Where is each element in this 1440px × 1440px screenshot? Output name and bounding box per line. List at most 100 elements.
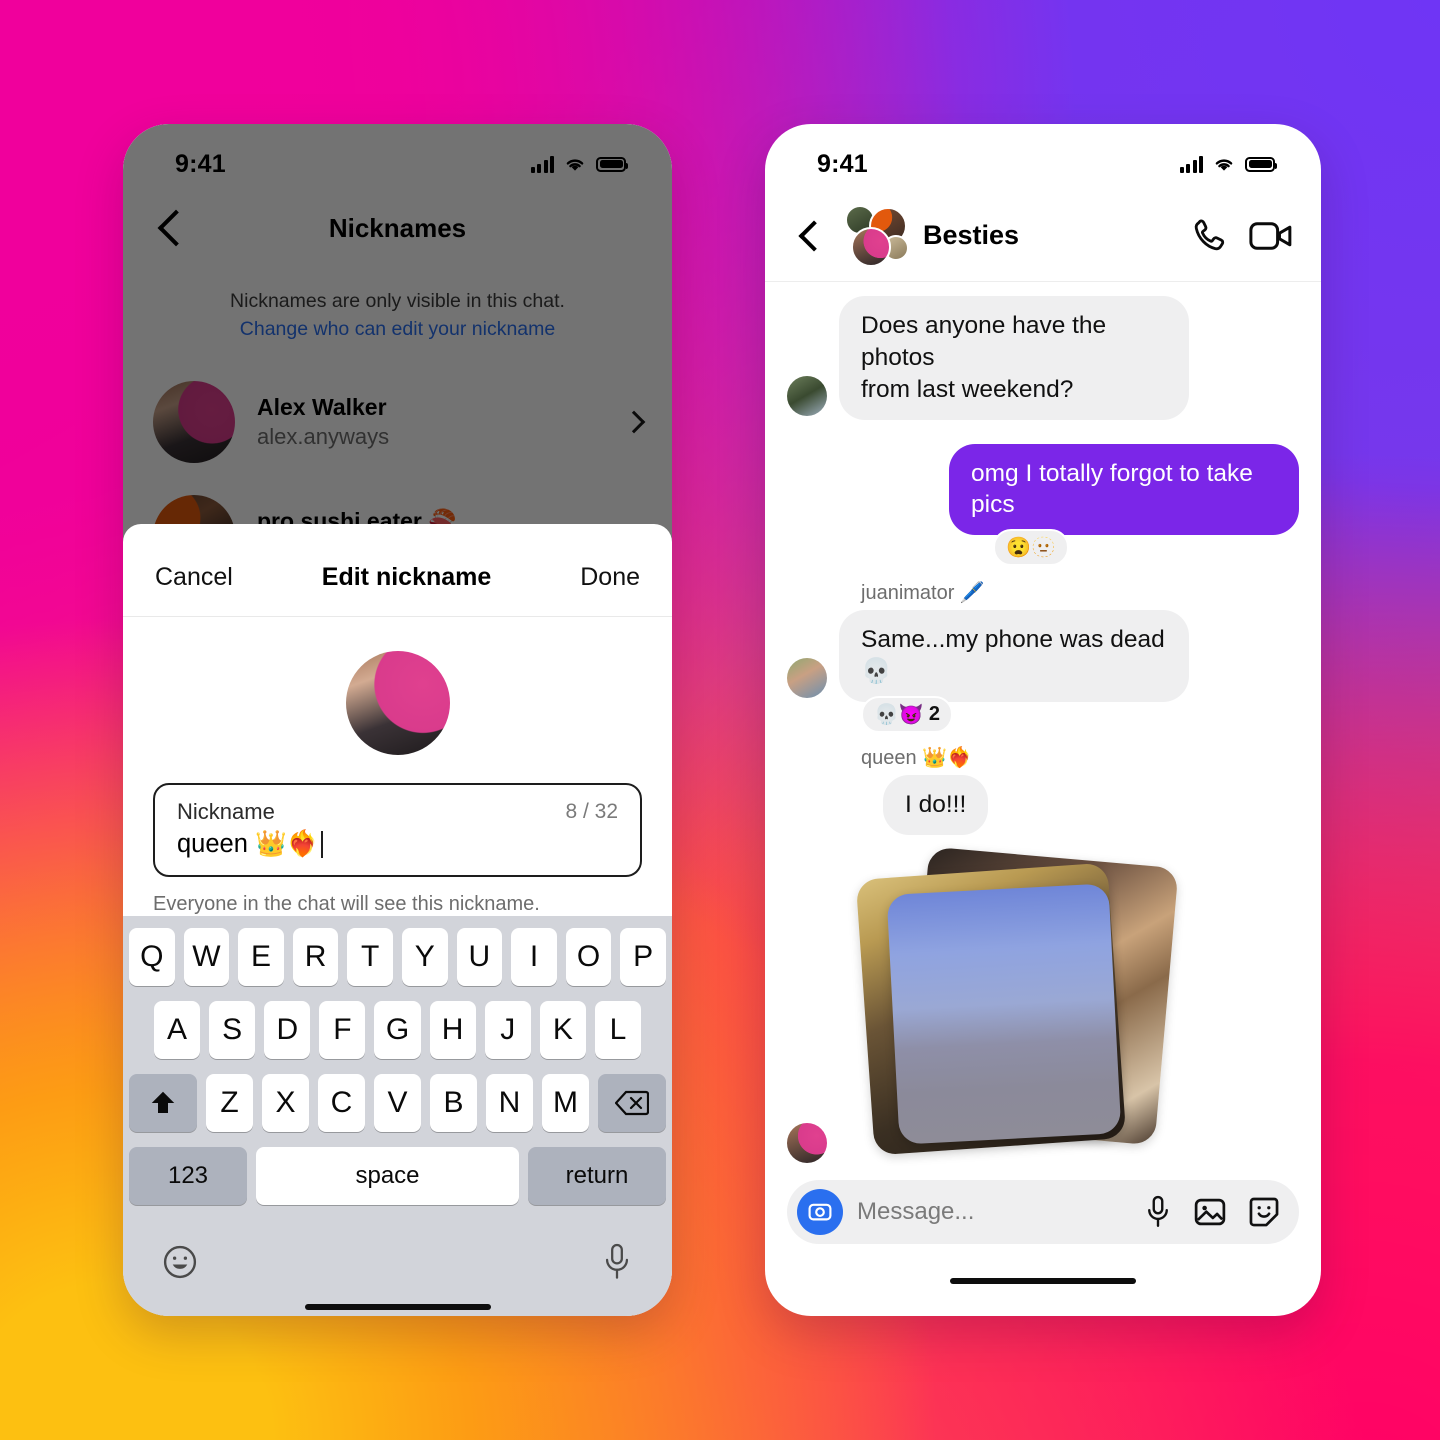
sender-label: juanimator 🖊️ [861, 582, 985, 605]
composer-actions [1143, 1194, 1281, 1230]
return-key[interactable]: return [528, 1147, 666, 1205]
cancel-button[interactable]: Cancel [155, 563, 233, 592]
message-thread[interactable]: Does anyone have the photos from last we… [765, 282, 1321, 1166]
key-p[interactable]: P [620, 928, 666, 986]
message-row-photo-stack[interactable] [765, 845, 1321, 1166]
key-o[interactable]: O [565, 928, 612, 986]
text-caret [320, 830, 323, 858]
keyboard-row-2: A S D F G H J K L [129, 1001, 666, 1059]
reaction-wrap: 😧🫥 [765, 529, 1321, 567]
change-nickname-permission-link[interactable]: Change who can edit your nickname [123, 316, 672, 344]
key-g[interactable]: G [374, 1001, 421, 1059]
edit-nickname-sheet: Cancel Edit nickname Done Nickname 8 / 3… [123, 524, 672, 1316]
microphone-icon[interactable] [1143, 1194, 1173, 1230]
cellular-signal-icon [530, 155, 554, 173]
key-b[interactable]: B [430, 1074, 477, 1132]
message-row-outgoing[interactable]: omg I totally forgot to take pics [765, 443, 1321, 536]
shift-up-arrow-icon [151, 1091, 175, 1113]
backspace-delete-icon [615, 1090, 649, 1116]
sheet-title: Edit nickname [321, 563, 492, 591]
nicknames-subtitle-text: Nicknames are only visible in this chat. [230, 290, 565, 312]
key-a[interactable]: A [154, 1001, 201, 1059]
chevron-right-icon[interactable] [622, 411, 646, 434]
key-f[interactable]: F [319, 1001, 366, 1059]
message-bubble[interactable]: Same...my phone was dead 💀 [839, 610, 1189, 702]
chat-header-actions [1189, 216, 1293, 256]
key-r[interactable]: R [292, 928, 339, 986]
space-key[interactable]: space [256, 1147, 519, 1205]
sheet-body: Nickname 8 / 32 queen 👑❤️‍🔥 Everyone in … [123, 617, 672, 916]
key-n[interactable]: N [486, 1074, 533, 1132]
key-y[interactable]: Y [402, 928, 448, 986]
message-bubble[interactable]: omg I totally forgot to take pics [949, 443, 1299, 536]
reaction-emojis: 💀😈 [874, 703, 924, 726]
battery-full-icon [596, 156, 628, 172]
nickname-helper-text: Everyone in the chat will see this nickn… [153, 893, 540, 915]
chat-header: Besties [765, 190, 1321, 282]
microphone-icon[interactable] [600, 1242, 634, 1282]
key-d[interactable]: D [264, 1001, 311, 1059]
message-row-incoming[interactable]: Same...my phone was dead 💀 [765, 610, 1321, 702]
reaction-wrap: 💀😈 2 [765, 695, 1321, 733]
key-c[interactable]: C [318, 1074, 365, 1132]
key-z[interactable]: Z [206, 1074, 253, 1132]
key-e[interactable]: E [238, 928, 284, 986]
sheet-toolbar: Cancel Edit nickname Done [123, 541, 672, 617]
avatar [851, 226, 891, 267]
numbers-key[interactable]: 123 [129, 1147, 247, 1205]
backspace-delete-icon[interactable] [598, 1074, 666, 1132]
emoji-smiley-icon[interactable] [161, 1243, 199, 1281]
key-v[interactable]: V [374, 1074, 421, 1132]
group-avatars[interactable] [843, 204, 909, 267]
keyboard-row-4: 123 space return [129, 1147, 666, 1205]
video-camera-icon[interactable] [1249, 218, 1293, 254]
chevron-left-icon[interactable] [798, 219, 830, 252]
message-bubble[interactable]: I do!!! [883, 774, 989, 835]
status-time: 9:41 [817, 149, 868, 178]
reaction-pill[interactable]: 💀😈 2 [861, 695, 953, 733]
key-u[interactable]: U [456, 928, 503, 986]
sender-label: queen 👑❤️‍🔥 [861, 746, 972, 769]
home-indicator [304, 1304, 491, 1310]
key-m[interactable]: M [542, 1074, 589, 1132]
camera-icon [808, 1203, 832, 1221]
avatar [787, 375, 827, 416]
message-bubble[interactable]: Does anyone have the photos from last we… [839, 296, 1189, 420]
key-l[interactable]: L [594, 1001, 641, 1059]
message-composer[interactable]: Message... [787, 1180, 1299, 1244]
home-indicator [950, 1278, 1136, 1284]
shift-up-arrow-icon[interactable] [129, 1074, 197, 1132]
nickname-input[interactable]: Nickname 8 / 32 queen 👑❤️‍🔥 [153, 783, 642, 877]
done-button[interactable]: Done [580, 563, 640, 592]
photo-thumbnail[interactable] [886, 883, 1122, 1145]
key-k[interactable]: K [539, 1001, 586, 1059]
avatar [345, 651, 450, 755]
key-j[interactable]: J [484, 1001, 531, 1059]
nickname-list-item[interactable]: Alex Walker alex.anyways [123, 365, 672, 479]
key-h[interactable]: H [429, 1001, 476, 1059]
key-w[interactable]: W [183, 928, 230, 986]
reaction-pill[interactable]: 😧🫥 [993, 529, 1069, 567]
reaction-count: 2 [928, 702, 940, 725]
page-title: Nicknames [328, 212, 467, 243]
avatar [153, 381, 235, 464]
sticker-smiley-icon[interactable] [1247, 1195, 1281, 1229]
key-i[interactable]: I [511, 928, 557, 986]
phone-call-icon[interactable] [1189, 216, 1229, 256]
nickname-list-item-name: Alex Walker [257, 393, 387, 420]
message-row-incoming[interactable]: I do!!! [765, 774, 1321, 835]
key-q[interactable]: Q [129, 928, 175, 986]
nickname-input-value: queen 👑❤️‍🔥 [177, 830, 319, 858]
photo-gallery-icon[interactable] [1193, 1195, 1227, 1229]
key-s[interactable]: S [209, 1001, 256, 1059]
photo-stack[interactable] [845, 845, 1179, 1166]
nickname-input-value-wrap: queen 👑❤️‍🔥 [177, 829, 618, 859]
message-row-incoming[interactable]: Does anyone have the photos from last we… [765, 296, 1321, 420]
cellular-signal-icon [1179, 155, 1203, 173]
key-x[interactable]: X [262, 1074, 309, 1132]
camera-icon[interactable] [797, 1189, 843, 1235]
message-input[interactable]: Message... [857, 1198, 1129, 1226]
nickname-input-label: Nickname [177, 799, 275, 824]
key-t[interactable]: T [347, 928, 393, 986]
phone-left-nicknames: 9:41 Nicknames Nicknames are only visibl… [123, 124, 672, 1316]
